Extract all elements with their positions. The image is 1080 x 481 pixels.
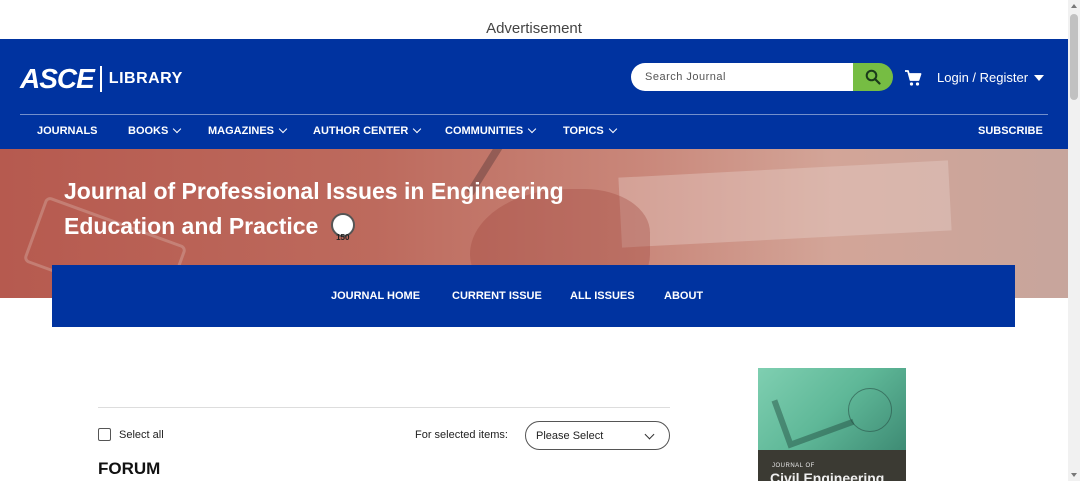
chevron-down-icon bbox=[608, 124, 618, 134]
tab-about[interactable]: ABOUT bbox=[664, 290, 703, 302]
nav-item-author-center[interactable]: AUTHOR CENTER bbox=[313, 124, 422, 137]
caret-down-icon bbox=[1034, 74, 1045, 81]
nav-item-subscribe[interactable]: SUBSCRIBE bbox=[978, 125, 1043, 137]
advertisement-bar: Advertisement bbox=[0, 0, 1068, 40]
journal-title-line2-wrap: Education and Practice 150 bbox=[64, 209, 644, 244]
nav-divider bbox=[20, 114, 1048, 115]
page: Advertisement ASCE LIBRARY Login / Regis… bbox=[0, 0, 1080, 481]
chevron-down-icon bbox=[413, 124, 422, 134]
section-heading: FORUM bbox=[98, 459, 161, 478]
select-all-label: Select all bbox=[119, 428, 164, 441]
tab-all-issues[interactable]: ALL ISSUES bbox=[570, 290, 635, 302]
tab-current-issue[interactable]: CURRENT ISSUE bbox=[452, 290, 542, 302]
nav-item-label: TOPICS bbox=[563, 125, 604, 137]
asce-library-logo[interactable]: ASCE LIBRARY bbox=[20, 63, 183, 95]
nav-item-communities[interactable]: COMMUNITIES bbox=[445, 124, 537, 137]
nav-item-label: AUTHOR CENTER bbox=[313, 125, 409, 137]
scrollbar-thumb[interactable] bbox=[1070, 14, 1078, 100]
logo-separator bbox=[99, 66, 102, 92]
nav-item-label: BOOKS bbox=[128, 125, 169, 137]
nav-item-label: MAGAZINES bbox=[208, 125, 274, 137]
journal-title: Journal of Professional Issues in Engine… bbox=[64, 174, 644, 244]
nav-item-books[interactable]: BOOKS bbox=[128, 124, 182, 137]
nav-item-label: SUBSCRIBE bbox=[978, 125, 1043, 137]
hero-background-paper bbox=[618, 160, 952, 248]
main-nav: JOURNALS BOOKS MAGAZINES AUTHOR CENTER C… bbox=[0, 124, 1068, 139]
page-scrollbar[interactable] bbox=[1068, 0, 1080, 481]
logo-asce-text: ASCE bbox=[20, 63, 95, 94]
scroll-up-arrow-icon[interactable] bbox=[1071, 4, 1077, 8]
advertisement-label: Advertisement bbox=[486, 20, 582, 37]
for-selected-label: For selected items: bbox=[415, 429, 508, 441]
nav-item-label: COMMUNITIES bbox=[445, 125, 524, 137]
logo-library-text: LIBRARY bbox=[108, 70, 183, 87]
cover-compass-graphic bbox=[848, 388, 892, 432]
journal-cover-image[interactable]: JOURNAL OF Civil Engineering bbox=[758, 368, 906, 481]
badge-text: 150 bbox=[336, 233, 350, 242]
select-all[interactable]: Select all bbox=[98, 428, 164, 441]
chevron-down-icon bbox=[527, 124, 537, 134]
cart-icon[interactable] bbox=[904, 69, 922, 87]
bulk-action-selected: Please Select bbox=[536, 429, 604, 442]
bulk-action-select[interactable]: Please Select bbox=[525, 421, 670, 450]
nav-item-topics[interactable]: TOPICS bbox=[563, 124, 618, 137]
search-box bbox=[631, 63, 893, 91]
journal-title-line1: Journal of Professional Issues in Engine… bbox=[64, 178, 564, 204]
nav-item-journals[interactable]: JOURNALS bbox=[37, 125, 98, 137]
toolbar-divider bbox=[98, 407, 670, 408]
anniversary-150-badge-icon: 150 bbox=[330, 213, 355, 242]
journal-title-line2: Education and Practice bbox=[64, 213, 319, 239]
search-input[interactable] bbox=[631, 63, 861, 91]
chevron-down-icon bbox=[278, 124, 288, 134]
login-register-label: Login / Register bbox=[937, 70, 1029, 85]
site-header: ASCE LIBRARY Login / Register bbox=[0, 39, 1068, 149]
tab-journal-home[interactable]: JOURNAL HOME bbox=[331, 290, 420, 302]
select-all-checkbox[interactable] bbox=[98, 428, 111, 441]
cover-title-text: Civil Engineering bbox=[770, 470, 885, 481]
search-button[interactable] bbox=[853, 63, 893, 91]
scroll-down-arrow-icon[interactable] bbox=[1071, 473, 1077, 477]
nav-item-magazines[interactable]: MAGAZINES bbox=[208, 124, 288, 137]
chevron-down-icon bbox=[173, 124, 182, 134]
search-icon bbox=[865, 69, 881, 85]
login-register-menu[interactable]: Login / Register bbox=[937, 70, 1045, 85]
chevron-down-icon bbox=[644, 429, 655, 440]
nav-item-label: JOURNALS bbox=[37, 125, 98, 137]
cover-small-text: JOURNAL OF bbox=[772, 463, 815, 469]
journal-nav: JOURNAL HOME CURRENT ISSUE ALL ISSUES AB… bbox=[52, 265, 1015, 327]
